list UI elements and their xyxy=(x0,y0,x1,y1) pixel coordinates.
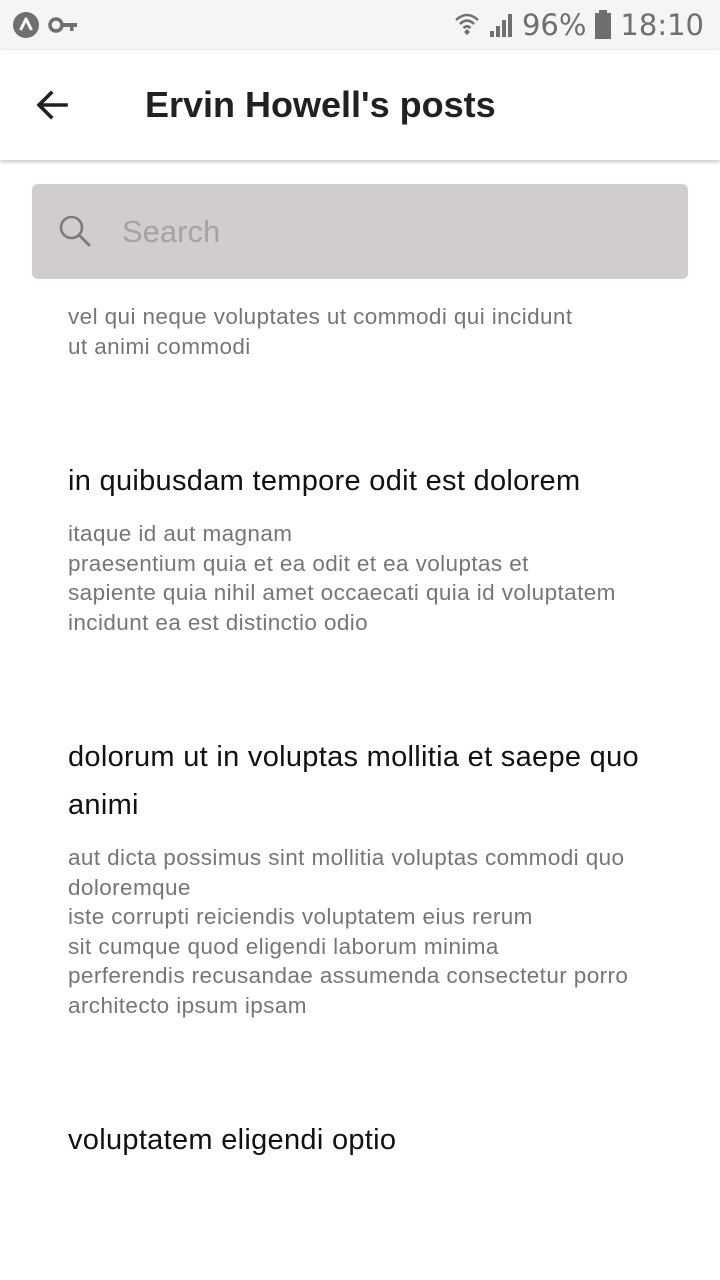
post-item[interactable]: dolorum ut in voluptas mollitia et saepe… xyxy=(68,733,668,1020)
page-title: Ervin Howell's posts xyxy=(145,84,496,125)
post-body: vel qui neque voluptates ut commodi qui … xyxy=(68,304,573,359)
vpn-key-icon xyxy=(48,17,77,33)
arrow-back-icon xyxy=(36,90,68,120)
app-notification-icon xyxy=(13,12,39,38)
post-body: aut dicta possimus sint mollitia volupta… xyxy=(68,845,629,1018)
post-title: voluptatem eligendi optio xyxy=(68,1124,397,1156)
app-bar: Ervin Howell's posts xyxy=(0,50,720,160)
wifi-icon xyxy=(455,13,479,35)
post-body: itaque id aut magnam praesentium quia et… xyxy=(68,521,616,635)
signal-icon xyxy=(489,14,512,37)
posts-list: vel qui neque voluptates ut commodi qui … xyxy=(68,302,668,1260)
back-button[interactable] xyxy=(22,75,82,135)
search-icon xyxy=(59,215,91,247)
search-input[interactable] xyxy=(120,206,664,258)
post-item[interactable]: vel qui neque voluptates ut commodi qui … xyxy=(68,302,668,361)
status-bar: 96% 18:10 xyxy=(0,0,720,50)
post-item[interactable]: in quibusdam tempore odit est dolorem it… xyxy=(68,457,668,637)
battery-percent: 96% xyxy=(521,8,587,42)
battery-icon xyxy=(595,10,612,39)
post-title: in quibusdam tempore odit est dolorem xyxy=(68,465,581,497)
post-title: dolorum ut in voluptas mollitia et saepe… xyxy=(68,741,639,821)
search-bar[interactable] xyxy=(32,184,688,279)
posts-screen: vel qui neque voluptates ut commodi qui … xyxy=(0,160,720,1280)
clock: 18:10 xyxy=(620,8,704,42)
post-item[interactable]: voluptatem eligendi optio xyxy=(68,1116,668,1164)
